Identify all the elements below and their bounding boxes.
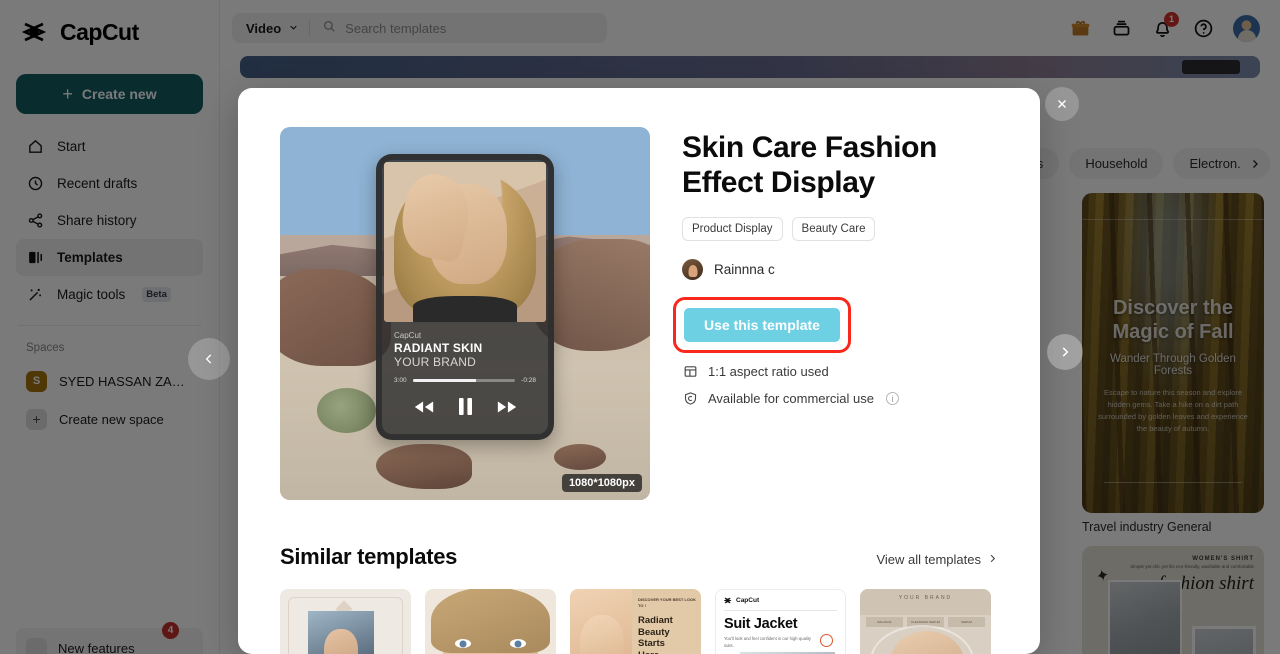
card-header-band bbox=[860, 589, 991, 615]
time-remaining: -0:28 bbox=[521, 377, 536, 384]
similar-templates-header: Similar templates View all templates bbox=[280, 544, 998, 570]
info-icon[interactable]: i bbox=[885, 392, 899, 406]
template-detail-modal: CapCut RADIANT SKIN YOUR BRAND 3:00 -0:2… bbox=[238, 88, 1040, 654]
commercial-use-text: Available for commercial use bbox=[708, 391, 874, 407]
circle-marker-icon bbox=[820, 634, 833, 647]
commercial-use-info: Available for commercial use i bbox=[682, 391, 998, 407]
music-player-card: CapCut RADIANT SKIN YOUR BRAND 3:00 -0:2… bbox=[376, 154, 554, 440]
use-this-template-button[interactable]: Use this template bbox=[682, 305, 842, 344]
forward-icon bbox=[496, 399, 518, 420]
commercial-shield-icon bbox=[682, 391, 698, 407]
divider bbox=[724, 610, 837, 611]
cell-label: SERUM bbox=[948, 617, 985, 627]
card-text: RadiantBeautyStartsHere bbox=[638, 615, 673, 654]
preview-rock-bottom bbox=[376, 444, 473, 489]
model-eye bbox=[455, 639, 471, 648]
close-icon[interactable] bbox=[1045, 87, 1079, 121]
player-photo bbox=[384, 162, 546, 322]
aspect-ratio-info: 1:1 aspect ratio used bbox=[682, 364, 998, 380]
author-avatar bbox=[682, 258, 703, 280]
template-preview[interactable]: CapCut RADIANT SKIN YOUR BRAND 3:00 -0:2… bbox=[280, 127, 650, 500]
aspect-ratio-text: 1:1 aspect ratio used bbox=[708, 364, 829, 380]
author-name: Rainnna c bbox=[714, 261, 775, 277]
player-controls bbox=[382, 397, 548, 421]
volume-high-icon bbox=[523, 435, 536, 440]
model-top bbox=[413, 296, 517, 322]
player-brand: CapCut bbox=[394, 331, 422, 340]
template-author[interactable]: Rainnna c bbox=[682, 258, 998, 280]
preview-bush bbox=[317, 388, 377, 433]
similar-templates-row: DISCOVER YOUR BEST LOOK TO ! Radiant Beau… bbox=[280, 589, 998, 654]
view-all-templates-link[interactable]: View all templates bbox=[876, 552, 998, 567]
tag-product-display[interactable]: Product Display bbox=[682, 216, 783, 241]
capcut-logo-icon: CapCut bbox=[724, 597, 759, 604]
modal-body: CapCut RADIANT SKIN YOUR BRAND 3:00 -0:2… bbox=[238, 88, 1040, 500]
similar-card-suit-jacket[interactable]: CapCut Suit Jacket You'll look and feel … bbox=[715, 589, 846, 654]
sidebar-collapse-button[interactable] bbox=[188, 338, 230, 380]
model-eye bbox=[510, 639, 526, 648]
volume-low-icon bbox=[394, 435, 405, 440]
time-elapsed: 3:00 bbox=[394, 377, 407, 384]
player-title: RADIANT SKIN bbox=[394, 341, 483, 355]
carousel-next-button[interactable] bbox=[1047, 334, 1083, 370]
card-kicker: DISCOVER YOUR BEST LOOK TO ! bbox=[638, 597, 696, 608]
player-volume-row bbox=[382, 421, 548, 440]
player-progress-row: 3:00 -0:28 bbox=[382, 369, 548, 384]
card-title: Suit Jacket bbox=[724, 616, 798, 632]
use-template-wrapper: Use this template bbox=[673, 296, 851, 353]
card-subtext: You'll look and feel confident in our hi… bbox=[724, 636, 812, 648]
view-all-label: View all templates bbox=[876, 552, 981, 567]
brand-name: YOUR BRAND bbox=[898, 595, 953, 601]
layout-icon bbox=[682, 364, 698, 380]
tag-beauty-care[interactable]: Beauty Care bbox=[791, 216, 876, 241]
template-details: Skin Care Fashion Effect Display Product… bbox=[673, 127, 998, 500]
model-hair bbox=[431, 589, 550, 653]
pause-icon bbox=[457, 397, 474, 421]
similar-templates-title: Similar templates bbox=[280, 544, 458, 569]
resolution-badge: 1080*1080px bbox=[561, 474, 642, 492]
chevron-right-icon bbox=[987, 552, 998, 567]
progress-bar bbox=[412, 379, 516, 382]
preview-rock-bottom-2 bbox=[553, 444, 606, 471]
similar-card-portrait-frame[interactable] bbox=[280, 589, 411, 654]
cell-label: BALANCE bbox=[866, 617, 903, 627]
screen: CapCut + Create new Start Recent drafts bbox=[0, 0, 1280, 654]
template-tags: Product Display Beauty Care bbox=[682, 216, 998, 241]
player-subtitle: YOUR BRAND bbox=[394, 355, 477, 369]
similar-card-beauty-face[interactable] bbox=[425, 589, 556, 654]
template-title: Skin Care Fashion Effect Display bbox=[682, 131, 937, 199]
similar-card-radiant-beauty[interactable]: DISCOVER YOUR BEST LOOK TO ! Radiant Beau… bbox=[570, 589, 701, 654]
similar-templates-section: Similar templates View all templates DIS… bbox=[238, 500, 1040, 654]
brand-name: CapCut bbox=[736, 597, 760, 604]
player-meta: CapCut RADIANT SKIN YOUR BRAND bbox=[382, 324, 548, 369]
rewind-icon bbox=[413, 399, 435, 420]
similar-card-product-hand[interactable]: YOUR BRAND BALANCE CLEANSING SERUM SERUM bbox=[860, 589, 991, 654]
